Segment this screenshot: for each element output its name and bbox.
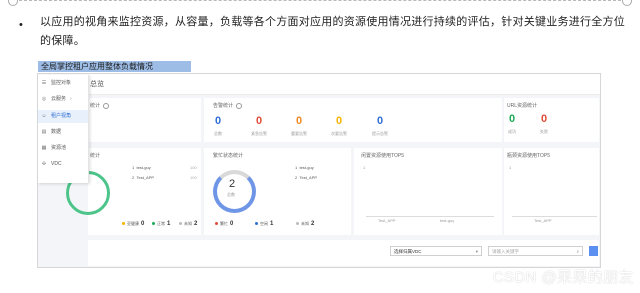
panel-title: 瓶颈资源使用TOP5 [507, 153, 550, 159]
screenshot-header: 总览 [38, 74, 600, 95]
menu-label: 租户视角 [51, 113, 72, 119]
busy-list-item: 1 test-guy [295, 165, 314, 170]
url-fail-label: 失败 [540, 129, 548, 134]
chevron-right-icon: › [70, 96, 72, 102]
panel-title: 统计 [90, 102, 110, 109]
vdc-select[interactable]: 选择归属VDC ▾ [390, 246, 482, 256]
alarm-info-label: 提示告警 [372, 131, 388, 136]
legend-dot [215, 222, 218, 226]
info-icon [103, 102, 110, 109]
busy-stats-panel: 繁忙状态统计 2 总数 1 test-guy 2 Test_APP 繁忙 0 空闲… [204, 148, 351, 235]
health-legend-unknown: 未知 2 [179, 221, 197, 227]
panel-title: URL资源统计 [507, 103, 538, 109]
menu-item-cloud-service[interactable]: ◎ 云服务 › [38, 93, 88, 106]
alarm-major-count: 0 [296, 115, 303, 127]
filter-bar: 选择归属VDC ▾ 请输入关键字 ⌕ [88, 240, 599, 266]
cloud-icon: ◎ [41, 96, 47, 102]
x-axis-line [366, 216, 494, 217]
search-input[interactable]: 请输入关键字 ⌕ [488, 246, 583, 256]
menu-label: 云服务 [51, 96, 67, 102]
side-menu: ☰ 监控对象 ◎ 云服务 › ☺ 租户视角 ▤ 数据 ▦ 资源池 ✣ VDC [38, 75, 89, 183]
alarm-minor-label: 次要告警 [331, 131, 347, 136]
health-stats-panel: 统计 1 test-guy 100 2 Test_APP 100 亚健康 0 正常… [66, 148, 201, 235]
csdn-watermark: CSDN @果果的朋友 [492, 269, 634, 286]
busy-legend-idle: 空闲 1 [255, 221, 273, 227]
menu-item-data[interactable]: ▤ 数据 [38, 126, 88, 139]
menu-item-monitor-objects[interactable]: ☰ 监控对象 [38, 77, 88, 90]
search-button[interactable] [589, 246, 598, 256]
search-icon: ⌕ [576, 249, 579, 254]
info-icon [236, 102, 243, 109]
vdc-select-value: 选择归属VDC [394, 249, 422, 254]
panel-title: 统计 [90, 153, 101, 159]
menu-label: VDC [51, 161, 62, 167]
busy-donut-label: 总数 [227, 192, 235, 197]
url-success-label: 成功 [508, 129, 516, 134]
bottleneck-top5-panel: 瓶颈资源使用TOP5 1 Test_APP [504, 148, 599, 235]
legend-dot [179, 222, 182, 226]
url-stats-panel: URL资源统计 0 成功 0 失败 [504, 98, 599, 142]
legend-dot [122, 222, 125, 226]
panel-title: 繁忙状态统计 [213, 153, 244, 159]
url-fail-count: 0 [541, 113, 548, 125]
menu-label: 监控对象 [51, 80, 72, 86]
menu-item-tenant-view[interactable]: ☺ 租户视角 [38, 110, 88, 123]
legend-dot [255, 222, 258, 226]
y-tick-label: 1 [509, 165, 512, 170]
menu-label: 资源池 [51, 145, 67, 151]
alarm-total-label: 总数 [214, 131, 222, 136]
resource-icon: ▦ [41, 145, 47, 151]
alarm-total-count: 0 [215, 115, 222, 127]
alarm-critical-label: 紧急告警 [251, 131, 267, 136]
embedded-screenshot: 总览 ☰ 监控对象 ◎ 云服务 › ☺ 租户视角 ▤ 数据 ▦ 资源池 ✣ VDC 统计 告警… [37, 73, 601, 268]
search-placeholder: 请输入关键字 [492, 249, 519, 254]
list-icon: ☰ [41, 80, 47, 86]
busy-donut-value: 2 [229, 178, 236, 190]
legend-dot [152, 222, 155, 226]
alarm-info-count: 0 [377, 115, 384, 127]
busy-legend-unknown: 未知 2 [296, 221, 314, 227]
panel-title: 闲置资源使用TOP5 [361, 153, 404, 159]
top-left-handle [8, 0, 18, 6]
top-right-handle [622, 0, 632, 6]
health-list-item: 1 test-guy [132, 165, 151, 170]
figure-caption: 全局掌控租户应用整体负载情况 [38, 61, 191, 72]
description-paragraph: 以应用的视角来监控资源，从容量，负载等各个方面对应用的资源使用情况进行持续的评估… [40, 16, 625, 47]
user-icon: ☺ [41, 113, 47, 119]
health-list-value: 100 [190, 175, 197, 180]
menu-item-resource-pool[interactable]: ▦ 资源池 [38, 142, 88, 155]
page-top-border [14, 0, 626, 1]
chevron-down-icon: ▾ [475, 249, 478, 254]
menu-label: 数据 [51, 129, 62, 135]
db-icon: ▤ [41, 129, 47, 135]
app-stats-panel: 统计 [88, 98, 201, 142]
y-tick-label: 1 [363, 165, 366, 170]
legend-dot [296, 222, 299, 226]
vdc-icon: ✣ [41, 161, 47, 167]
page-title: 总览 [90, 81, 104, 88]
menu-item-vdc[interactable]: ✣ VDC [38, 158, 88, 171]
health-legend-subhealthy: 亚健康 0 [122, 221, 144, 227]
busy-legend-busy: 繁忙 0 [215, 221, 233, 227]
alarm-major-label: 重要告警 [291, 131, 307, 136]
health-list-item: 2 Test_APP [132, 175, 155, 180]
alarm-critical-count: 0 [256, 115, 263, 127]
busy-list-item: 2 Test_APP [295, 175, 318, 180]
x-tick-label: Test_APP [378, 218, 396, 223]
x-tick-label: Test_APP [534, 218, 552, 223]
x-tick-label: test-guy [440, 218, 455, 223]
url-success-count: 0 [509, 113, 516, 125]
alarm-stats-panel: 告警统计 0 总数 0 紧急告警 0 重要告警 0 次要告警 0 提示告警 [204, 98, 502, 142]
health-list-value: 100 [190, 165, 197, 170]
x-axis-line [512, 216, 597, 217]
alarm-minor-count: 0 [336, 115, 343, 127]
panel-title: 告警统计 [213, 102, 243, 109]
idle-top5-panel: 闲置资源使用TOP5 1 Test_APP test-guy [354, 148, 502, 235]
health-legend-normal: 正常 1 [152, 221, 170, 227]
list-bullet: • [19, 19, 23, 31]
